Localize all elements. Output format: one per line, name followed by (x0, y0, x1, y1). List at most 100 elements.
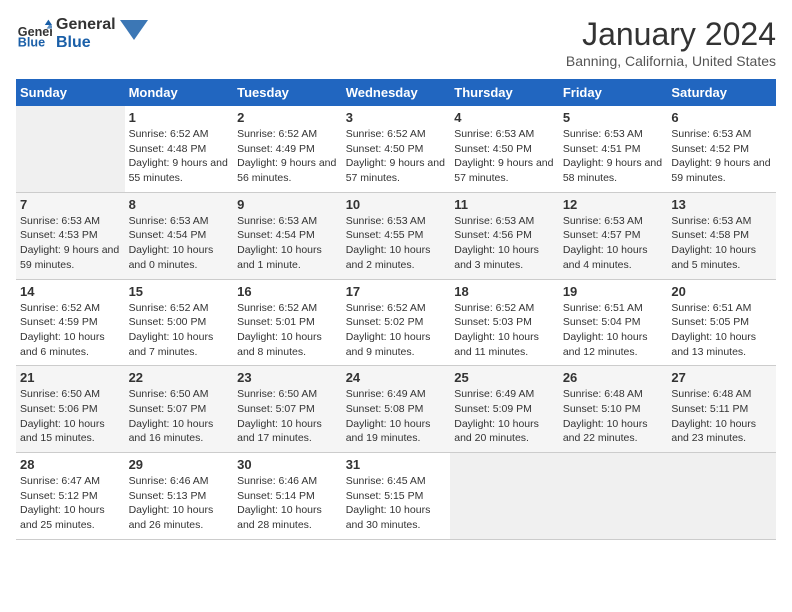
day-info: Sunrise: 6:53 AM Sunset: 4:54 PM Dayligh… (129, 214, 230, 273)
day-of-week-header: Monday (125, 79, 234, 106)
day-number: 29 (129, 457, 230, 472)
calendar-cell: 5 Sunrise: 6:53 AM Sunset: 4:51 PM Dayli… (559, 106, 668, 192)
day-info: Sunrise: 6:53 AM Sunset: 4:50 PM Dayligh… (454, 127, 555, 186)
day-number: 2 (237, 110, 338, 125)
calendar-week-row: 21 Sunrise: 6:50 AM Sunset: 5:06 PM Dayl… (16, 366, 776, 453)
calendar-table: SundayMondayTuesdayWednesdayThursdayFrid… (16, 79, 776, 540)
day-number: 8 (129, 197, 230, 212)
calendar-cell: 1 Sunrise: 6:52 AM Sunset: 4:48 PM Dayli… (125, 106, 234, 192)
day-info: Sunrise: 6:47 AM Sunset: 5:12 PM Dayligh… (20, 474, 121, 533)
day-number: 24 (346, 370, 447, 385)
calendar-cell (450, 453, 559, 540)
day-number: 7 (20, 197, 121, 212)
calendar-cell: 17 Sunrise: 6:52 AM Sunset: 5:02 PM Dayl… (342, 279, 451, 366)
day-number: 26 (563, 370, 664, 385)
day-info: Sunrise: 6:52 AM Sunset: 4:49 PM Dayligh… (237, 127, 338, 186)
day-of-week-header: Friday (559, 79, 668, 106)
logo-text-general: General (56, 16, 116, 34)
calendar-cell: 29 Sunrise: 6:46 AM Sunset: 5:13 PM Dayl… (125, 453, 234, 540)
day-info: Sunrise: 6:53 AM Sunset: 4:53 PM Dayligh… (20, 214, 121, 273)
calendar-cell (559, 453, 668, 540)
logo-text-blue: Blue (56, 34, 116, 52)
day-number: 6 (671, 110, 772, 125)
day-number: 20 (671, 284, 772, 299)
day-number: 18 (454, 284, 555, 299)
calendar-cell: 16 Sunrise: 6:52 AM Sunset: 5:01 PM Dayl… (233, 279, 342, 366)
day-number: 15 (129, 284, 230, 299)
day-of-week-header: Wednesday (342, 79, 451, 106)
day-number: 30 (237, 457, 338, 472)
day-info: Sunrise: 6:51 AM Sunset: 5:04 PM Dayligh… (563, 301, 664, 360)
day-of-week-header: Thursday (450, 79, 559, 106)
day-number: 3 (346, 110, 447, 125)
logo-arrow-icon (120, 20, 148, 48)
day-info: Sunrise: 6:52 AM Sunset: 5:00 PM Dayligh… (129, 301, 230, 360)
logo-icon: General Blue (16, 16, 52, 52)
day-number: 13 (671, 197, 772, 212)
day-of-week-header: Tuesday (233, 79, 342, 106)
calendar-cell (667, 453, 776, 540)
calendar-cell: 30 Sunrise: 6:46 AM Sunset: 5:14 PM Dayl… (233, 453, 342, 540)
calendar-cell: 18 Sunrise: 6:52 AM Sunset: 5:03 PM Dayl… (450, 279, 559, 366)
day-info: Sunrise: 6:48 AM Sunset: 5:11 PM Dayligh… (671, 387, 772, 446)
day-info: Sunrise: 6:52 AM Sunset: 4:50 PM Dayligh… (346, 127, 447, 186)
day-number: 23 (237, 370, 338, 385)
day-number: 9 (237, 197, 338, 212)
calendar-cell (16, 106, 125, 192)
calendar-cell: 23 Sunrise: 6:50 AM Sunset: 5:07 PM Dayl… (233, 366, 342, 453)
calendar-cell: 12 Sunrise: 6:53 AM Sunset: 4:57 PM Dayl… (559, 192, 668, 279)
day-info: Sunrise: 6:45 AM Sunset: 5:15 PM Dayligh… (346, 474, 447, 533)
day-number: 21 (20, 370, 121, 385)
calendar-cell: 13 Sunrise: 6:53 AM Sunset: 4:58 PM Dayl… (667, 192, 776, 279)
day-info: Sunrise: 6:53 AM Sunset: 4:51 PM Dayligh… (563, 127, 664, 186)
calendar-cell: 10 Sunrise: 6:53 AM Sunset: 4:55 PM Dayl… (342, 192, 451, 279)
calendar-cell: 15 Sunrise: 6:52 AM Sunset: 5:00 PM Dayl… (125, 279, 234, 366)
day-info: Sunrise: 6:52 AM Sunset: 5:02 PM Dayligh… (346, 301, 447, 360)
calendar-week-row: 7 Sunrise: 6:53 AM Sunset: 4:53 PM Dayli… (16, 192, 776, 279)
calendar-cell: 22 Sunrise: 6:50 AM Sunset: 5:07 PM Dayl… (125, 366, 234, 453)
day-number: 5 (563, 110, 664, 125)
calendar-header-row: SundayMondayTuesdayWednesdayThursdayFrid… (16, 79, 776, 106)
calendar-cell: 3 Sunrise: 6:52 AM Sunset: 4:50 PM Dayli… (342, 106, 451, 192)
day-number: 27 (671, 370, 772, 385)
day-number: 22 (129, 370, 230, 385)
day-info: Sunrise: 6:48 AM Sunset: 5:10 PM Dayligh… (563, 387, 664, 446)
day-info: Sunrise: 6:53 AM Sunset: 4:57 PM Dayligh… (563, 214, 664, 273)
calendar-cell: 7 Sunrise: 6:53 AM Sunset: 4:53 PM Dayli… (16, 192, 125, 279)
day-info: Sunrise: 6:49 AM Sunset: 5:08 PM Dayligh… (346, 387, 447, 446)
calendar-cell: 28 Sunrise: 6:47 AM Sunset: 5:12 PM Dayl… (16, 453, 125, 540)
logo: General Blue General Blue (16, 16, 148, 52)
day-info: Sunrise: 6:50 AM Sunset: 5:06 PM Dayligh… (20, 387, 121, 446)
calendar-cell: 21 Sunrise: 6:50 AM Sunset: 5:06 PM Dayl… (16, 366, 125, 453)
day-info: Sunrise: 6:53 AM Sunset: 4:52 PM Dayligh… (671, 127, 772, 186)
day-number: 28 (20, 457, 121, 472)
calendar-cell: 9 Sunrise: 6:53 AM Sunset: 4:54 PM Dayli… (233, 192, 342, 279)
calendar-cell: 26 Sunrise: 6:48 AM Sunset: 5:10 PM Dayl… (559, 366, 668, 453)
day-info: Sunrise: 6:50 AM Sunset: 5:07 PM Dayligh… (237, 387, 338, 446)
day-info: Sunrise: 6:52 AM Sunset: 5:01 PM Dayligh… (237, 301, 338, 360)
day-number: 25 (454, 370, 555, 385)
calendar-body: 1 Sunrise: 6:52 AM Sunset: 4:48 PM Dayli… (16, 106, 776, 539)
svg-text:Blue: Blue (18, 36, 45, 50)
calendar-cell: 8 Sunrise: 6:53 AM Sunset: 4:54 PM Dayli… (125, 192, 234, 279)
calendar-cell: 24 Sunrise: 6:49 AM Sunset: 5:08 PM Dayl… (342, 366, 451, 453)
day-number: 12 (563, 197, 664, 212)
day-number: 1 (129, 110, 230, 125)
calendar-cell: 27 Sunrise: 6:48 AM Sunset: 5:11 PM Dayl… (667, 366, 776, 453)
calendar-week-row: 1 Sunrise: 6:52 AM Sunset: 4:48 PM Dayli… (16, 106, 776, 192)
day-info: Sunrise: 6:51 AM Sunset: 5:05 PM Dayligh… (671, 301, 772, 360)
day-info: Sunrise: 6:52 AM Sunset: 5:03 PM Dayligh… (454, 301, 555, 360)
day-info: Sunrise: 6:53 AM Sunset: 4:55 PM Dayligh… (346, 214, 447, 273)
page-header: General Blue General Blue January 2024 B… (16, 16, 776, 69)
calendar-week-row: 14 Sunrise: 6:52 AM Sunset: 4:59 PM Dayl… (16, 279, 776, 366)
day-number: 17 (346, 284, 447, 299)
calendar-cell: 2 Sunrise: 6:52 AM Sunset: 4:49 PM Dayli… (233, 106, 342, 192)
calendar-cell: 19 Sunrise: 6:51 AM Sunset: 5:04 PM Dayl… (559, 279, 668, 366)
day-number: 4 (454, 110, 555, 125)
calendar-cell: 6 Sunrise: 6:53 AM Sunset: 4:52 PM Dayli… (667, 106, 776, 192)
calendar-cell: 31 Sunrise: 6:45 AM Sunset: 5:15 PM Dayl… (342, 453, 451, 540)
title-block: January 2024 Banning, California, United… (566, 16, 776, 69)
day-info: Sunrise: 6:53 AM Sunset: 4:58 PM Dayligh… (671, 214, 772, 273)
day-number: 31 (346, 457, 447, 472)
day-info: Sunrise: 6:52 AM Sunset: 4:59 PM Dayligh… (20, 301, 121, 360)
